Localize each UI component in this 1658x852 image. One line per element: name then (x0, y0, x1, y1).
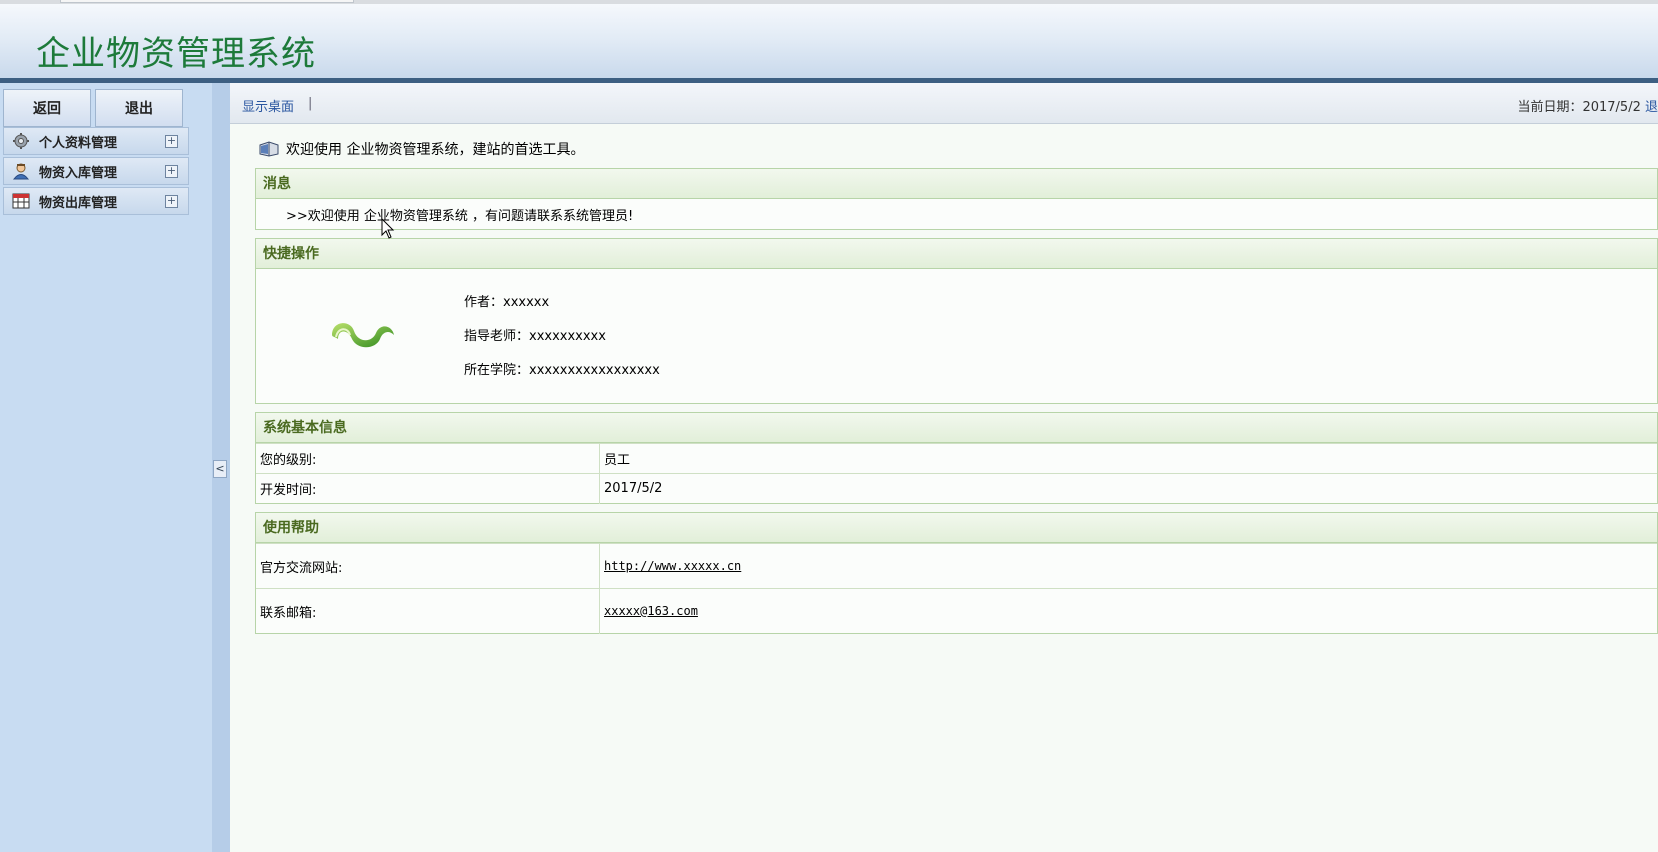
message-text: >>欢迎使用 企业物资管理系统 ，有问题请联系系统管理员! (286, 209, 634, 224)
email-label: 联系邮箱: (256, 588, 600, 634)
show-desktop-link[interactable]: 显示桌面 (242, 96, 294, 115)
quick-actions-heading: 快捷操作 (256, 239, 1657, 269)
email-link[interactable]: xxxxx@163.com (604, 604, 698, 618)
website-link[interactable]: http://www.xxxxx.cn (604, 559, 741, 573)
back-button[interactable]: 返回 (3, 89, 91, 127)
sidebar-item-profile[interactable]: 个人资料管理 + (3, 127, 189, 155)
expand-icon[interactable]: + (165, 165, 178, 178)
system-info-panel: 系统基本信息 您的级别: 员工 开发时间: 2017/5/2 (255, 412, 1658, 504)
main-content: 显示桌面 | 当前日期：2017/5/2 退 欢迎使用 企业物资管理系统，建站的… (230, 83, 1658, 852)
table-row: 官方交流网站: http://www.xxxxx.cn (256, 543, 1657, 589)
messages-panel: 消息 >>欢迎使用 企业物资管理系统 ，有问题请联系系统管理员! (255, 168, 1658, 230)
table-row: 您的级别: 员工 (256, 443, 1657, 474)
table-icon (11, 191, 31, 211)
website-label: 官方交流网站: (256, 543, 600, 589)
exit-button[interactable]: 退出 (95, 89, 183, 127)
teacher-text: 指导老师：xxxxxxxxxx (464, 329, 606, 344)
messages-heading: 消息 (256, 169, 1657, 199)
mouse-cursor-icon (381, 217, 395, 240)
app-title: 企业物资管理系统 (36, 34, 316, 74)
welcome-line: 欢迎使用 企业物资管理系统，建站的首选工具。 (258, 139, 584, 159)
expand-icon[interactable]: + (165, 135, 178, 148)
author-text: 作者：xxxxxx (464, 295, 550, 310)
app-header: 企业物资管理系统 (0, 4, 1658, 78)
leaf-logo-icon (328, 313, 398, 353)
sidebar-item-label: 物资入库管理 (39, 165, 118, 181)
system-info-table: 您的级别: 员工 开发时间: 2017/5/2 (256, 443, 1657, 504)
dev-time-label: 开发时间: (256, 473, 600, 504)
help-panel: 使用帮助 官方交流网站: http://www.xxxxx.cn 联系邮箱: x… (255, 512, 1658, 634)
current-date-text: 当前日期：2017/5/2 (1517, 100, 1641, 115)
sidebar-item-stock-in[interactable]: 物资入库管理 + (3, 157, 189, 185)
current-date: 当前日期：2017/5/2 退 (1517, 96, 1658, 115)
help-heading: 使用帮助 (256, 513, 1657, 543)
table-row: 开发时间: 2017/5/2 (256, 473, 1657, 504)
quick-actions-panel: 快捷操作 作者：xxxxxx 指导老师：xxxxxxxxxx 所在学院：xxxx… (255, 238, 1658, 404)
level-label: 您的级别: (256, 443, 600, 474)
sidebar-item-stock-out[interactable]: 物资出库管理 + (3, 187, 189, 215)
book-icon (258, 141, 280, 157)
welcome-text: 欢迎使用 企业物资管理系统，建站的首选工具。 (286, 142, 585, 158)
table-row: 联系邮箱: xxxxx@163.com (256, 588, 1657, 634)
user-icon (11, 161, 31, 181)
dev-time-value: 2017/5/2 (599, 473, 1657, 504)
logout-link[interactable]: 退 (1645, 100, 1658, 115)
website-cell: http://www.xxxxx.cn (599, 543, 1657, 589)
gear-icon (11, 131, 31, 151)
college-text: 所在学院：xxxxxxxxxxxxxxxxx (464, 363, 660, 378)
collapse-sidebar-button[interactable]: < (213, 460, 227, 478)
toolbar: 显示桌面 | 当前日期：2017/5/2 退 (230, 83, 1658, 124)
email-cell: xxxxx@163.com (599, 588, 1657, 634)
browser-tab[interactable] (60, 0, 354, 3)
sidebar-item-label: 个人资料管理 (39, 135, 118, 151)
expand-icon[interactable]: + (165, 195, 178, 208)
level-value: 员工 (599, 443, 1657, 474)
sidebar: 返回 退出 个人资料管理 + 物资入库管理 + 物资出库管理 + (0, 83, 212, 852)
help-table: 官方交流网站: http://www.xxxxx.cn 联系邮箱: xxxxx@… (256, 543, 1657, 634)
sidebar-item-label: 物资出库管理 (39, 195, 118, 211)
system-info-heading: 系统基本信息 (256, 413, 1657, 443)
toolbar-separator: | (308, 96, 313, 111)
quick-actions-body: 作者：xxxxxx 指导老师：xxxxxxxxxx 所在学院：xxxxxxxxx… (256, 269, 1657, 403)
